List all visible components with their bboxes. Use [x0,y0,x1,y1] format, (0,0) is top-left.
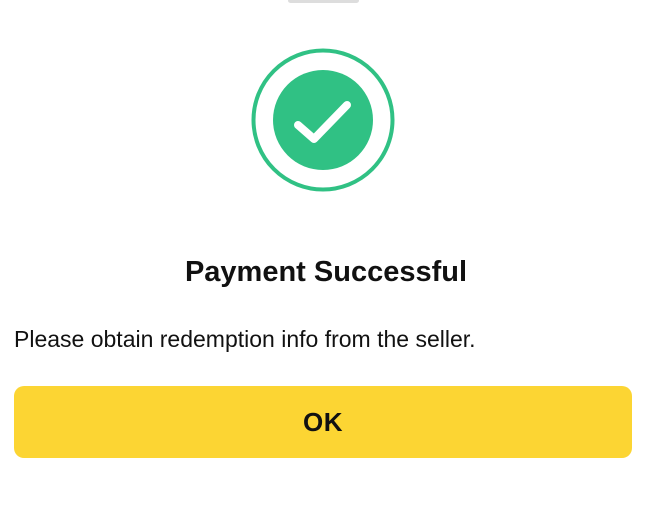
drag-handle[interactable] [288,0,359,3]
check-circle-icon [251,48,395,192]
dialog-title: Payment Successful [184,256,468,288]
ok-button[interactable]: OK [14,386,632,458]
ok-button-label: OK [303,406,343,437]
inner-disc [273,70,373,170]
dialog-message: Please obtain redemption info from the s… [14,326,476,352]
payment-success-sheet: Payment Successful Please obtain redempt… [0,0,652,520]
check-circle-icon-graphic [251,48,395,192]
